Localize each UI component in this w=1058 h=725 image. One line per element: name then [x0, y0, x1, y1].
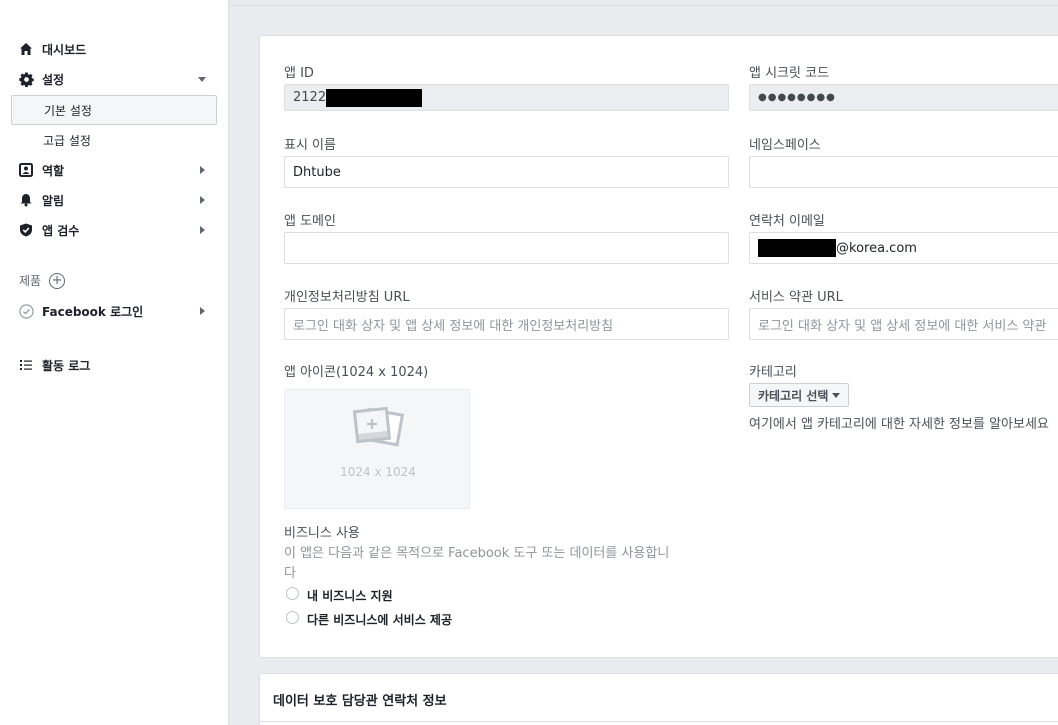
business-use-description-cont: 다: [284, 566, 296, 581]
app-icon-size-text: 1024 x 1024: [340, 465, 416, 479]
sidebar-item-label: Facebook 로그인: [42, 304, 144, 319]
terms-url-placeholder: 로그인 대화 상자 및 앱 상세 정보에 대한 서비스 약관: [758, 318, 1047, 334]
contact-email-label: 연락처 이메일: [749, 214, 825, 229]
business-use-description: 이 앱은 다음과 같은 목적으로 Facebook 도구 또는 데이터를 사용합…: [284, 546, 670, 561]
sidebar-item-roles[interactable]: 역할: [11, 156, 217, 184]
sidebar-item-label: 기본 설정: [44, 103, 92, 118]
chevron-right-icon: [200, 196, 205, 204]
category-help-text[interactable]: 여기에서 앱 카테고리에 대한 자세한 정보를 알아보세요: [749, 413, 1058, 432]
app-icon-label: 앱 아이콘(1024 x 1024): [284, 365, 429, 380]
display-name-input[interactable]: Dhtube: [284, 156, 729, 188]
divider: [260, 721, 1058, 722]
radio-own-business-label[interactable]: 내 비즈니스 지원: [307, 587, 393, 604]
radio-other-business-label[interactable]: 다른 비즈니스에 서비스 제공: [307, 611, 452, 628]
chevron-right-icon: [200, 226, 205, 234]
terms-url-label: 서비스 약관 URL: [749, 290, 843, 305]
sidebar-item-label: 앱 검수: [42, 223, 80, 238]
image-upload-icon: [352, 406, 405, 447]
sidebar-item-dashboard[interactable]: 대시보드: [11, 35, 217, 63]
sidebar-item-label: 고급 설정: [43, 133, 91, 148]
namespace-input[interactable]: [749, 156, 1058, 188]
contact-email-value: @korea.com: [836, 240, 917, 256]
sidebar-item-app-review[interactable]: 앱 검수: [11, 216, 217, 244]
sidebar-item-alerts[interactable]: 알림: [11, 186, 217, 214]
dpo-section-title: 데이터 보호 담당관 연락처 정보: [273, 694, 447, 709]
business-use-label: 비즈니스 사용: [284, 526, 360, 541]
basic-settings-card: [259, 35, 1058, 658]
app-secret-label: 앱 시크릿 코드: [749, 66, 830, 81]
sidebar-item-label: 알림: [42, 193, 65, 208]
roles-icon: [18, 162, 34, 178]
privacy-url-placeholder: 로그인 대화 상자 및 앱 상세 정보에 대한 개인정보처리방침: [293, 318, 614, 334]
radio-other-business[interactable]: [286, 611, 299, 624]
app-id-value: 2122: [293, 90, 327, 105]
home-icon: [18, 41, 34, 57]
sidebar-item-label: 대시보드: [42, 42, 87, 57]
sidebar-item-label: 활동 로그: [42, 358, 91, 373]
products-label: 제품: [19, 274, 42, 288]
chevron-right-icon: [200, 307, 205, 315]
list-icon: [18, 357, 34, 373]
check-circle-icon: [18, 303, 34, 319]
sidebar-item-facebook-login[interactable]: Facebook 로그인: [11, 297, 217, 325]
redacted-block: [758, 239, 836, 257]
category-label: 카테고리: [749, 365, 797, 380]
sidebar-item-advanced-settings[interactable]: 고급 설정: [11, 125, 217, 155]
privacy-url-input[interactable]: 로그인 대화 상자 및 앱 상세 정보에 대한 개인정보처리방침: [284, 308, 729, 340]
display-name-value: Dhtube: [293, 164, 341, 180]
app-domain-input[interactable]: [284, 232, 729, 264]
app-id-label: 앱 ID: [284, 66, 314, 81]
products-section: 제품 +: [19, 272, 66, 289]
redacted-block: [326, 88, 423, 107]
chevron-right-icon: [200, 166, 205, 174]
add-product-icon[interactable]: +: [49, 272, 66, 289]
sidebar-item-label: 설정: [42, 72, 65, 87]
namespace-label: 네임스페이스: [749, 138, 821, 153]
chevron-down-icon: [198, 77, 206, 82]
caret-down-icon: [832, 392, 841, 398]
app-secret-field[interactable]: ●●●●●●●●: [749, 84, 1058, 111]
privacy-url-label: 개인정보처리방침 URL: [284, 290, 410, 305]
app-secret-value: ●●●●●●●●: [758, 92, 836, 103]
app-domain-label: 앱 도메인: [284, 214, 336, 229]
bell-icon: [18, 192, 34, 208]
category-select-button[interactable]: 카테고리 선택: [749, 383, 850, 407]
shield-check-icon: [18, 222, 34, 238]
display-name-label: 표시 이름: [284, 138, 336, 153]
sidebar-item-activity-log[interactable]: 활동 로그: [11, 351, 217, 379]
contact-email-input[interactable]: @korea.com: [749, 232, 1058, 264]
sidebar-item-label: 역할: [42, 163, 65, 178]
sidebar: 대시보드 설정 기본 설정 고급 설정 역할 알림 앱 검수 제품 + Face…: [0, 0, 229, 725]
sidebar-item-settings[interactable]: 설정: [11, 65, 217, 93]
sidebar-item-basic-settings[interactable]: 기본 설정: [11, 95, 217, 125]
app-id-field[interactable]: 2122: [284, 84, 729, 111]
gear-icon: [18, 71, 34, 87]
terms-url-input[interactable]: 로그인 대화 상자 및 앱 상세 정보에 대한 서비스 약관: [749, 308, 1058, 340]
app-icon-upload[interactable]: 1024 x 1024: [284, 389, 470, 509]
radio-own-business[interactable]: [286, 587, 299, 600]
category-button-label: 카테고리 선택: [758, 388, 829, 403]
dpo-contact-card: 데이터 보호 담당관 연락처 정보: [259, 673, 1058, 725]
